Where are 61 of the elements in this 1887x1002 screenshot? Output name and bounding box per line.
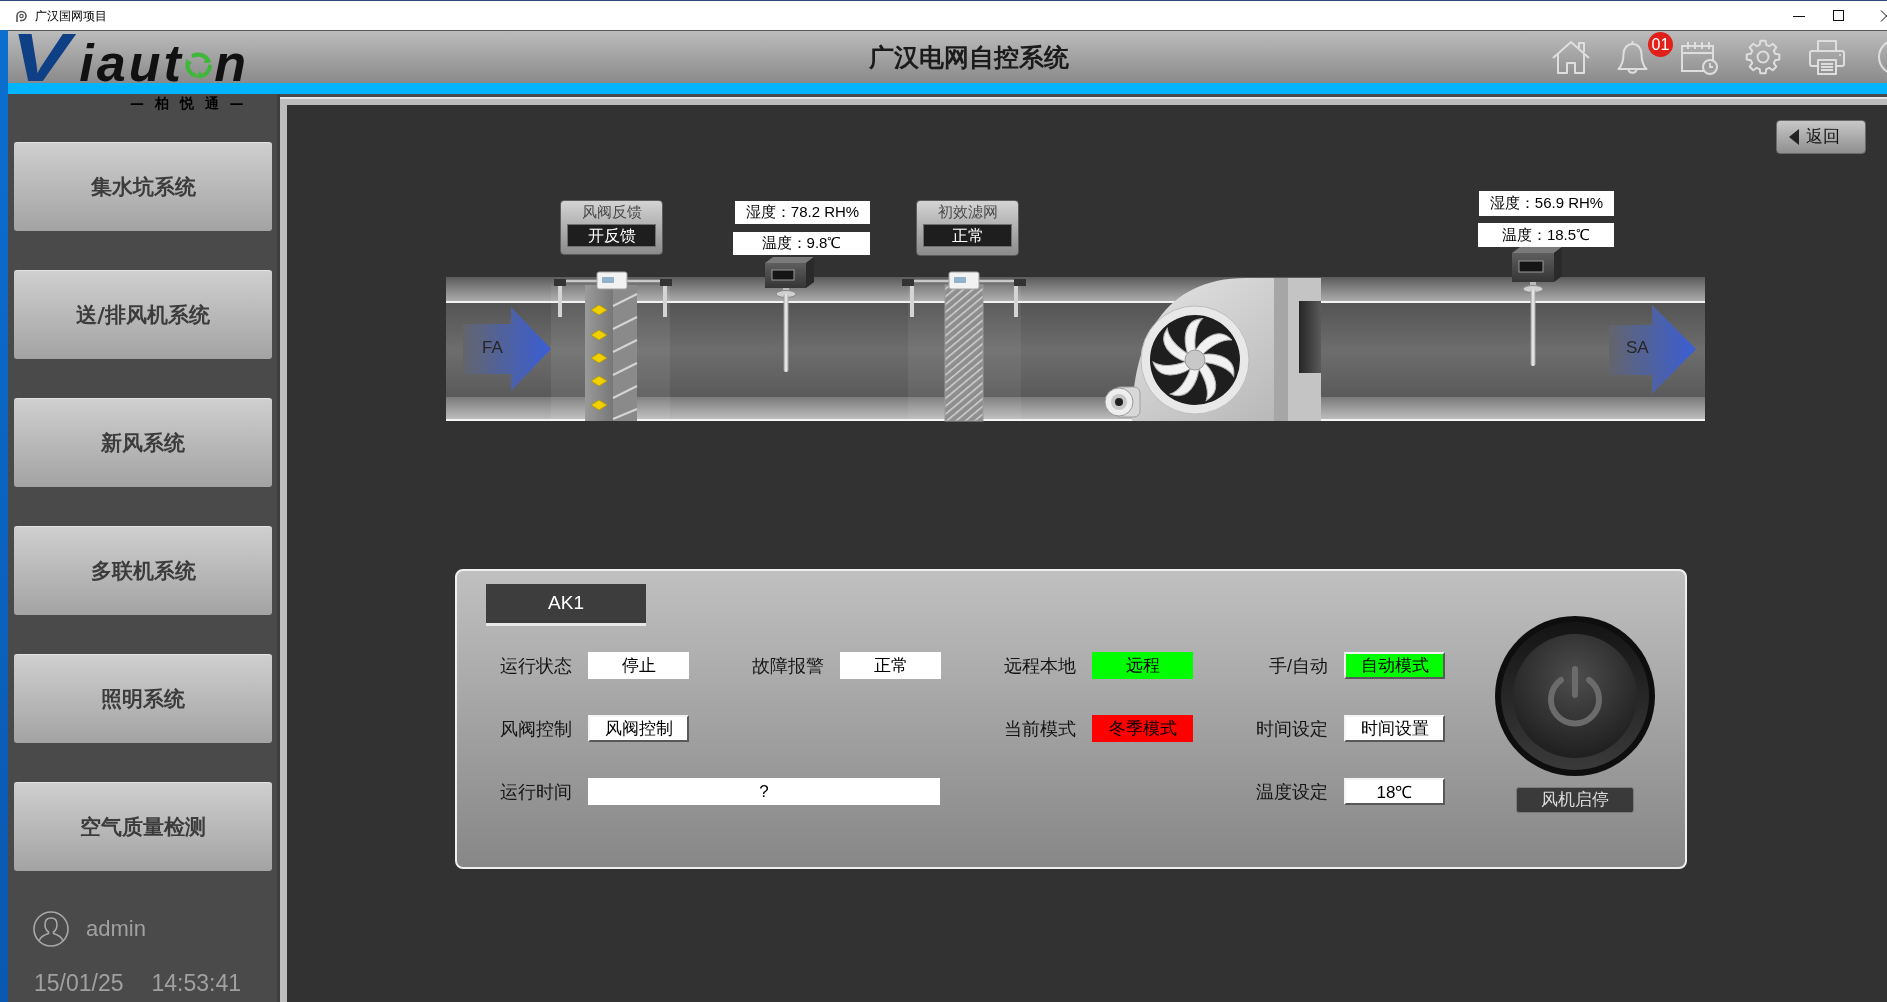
- time-text: 14:53:41: [151, 969, 242, 997]
- power-icon: [1548, 666, 1602, 727]
- field-label: 手/自动: [1268, 654, 1328, 677]
- humidity-reading: 湿度：78.2 RH%: [735, 201, 870, 224]
- value-display: 远程: [1092, 652, 1193, 679]
- sidebar-item[interactable]: 多联机系统: [14, 526, 272, 615]
- field-label: 运行时间: [499, 780, 572, 803]
- field-label: 温度设定: [1255, 780, 1328, 803]
- temperature-reading: 温度：9.8℃: [733, 232, 870, 255]
- power-button[interactable]: [1495, 616, 1655, 776]
- user-icon: [33, 911, 69, 947]
- outlet-label: SA: [1626, 338, 1649, 358]
- field-label: 当前模式: [1003, 717, 1076, 740]
- sidebar-item[interactable]: 空气质量检测: [14, 782, 272, 871]
- panel-title: AK1: [486, 584, 646, 626]
- sidebar-item[interactable]: 新风系统: [14, 398, 272, 487]
- control-button[interactable]: 自动模式: [1344, 652, 1445, 679]
- notification-badge: 01: [1648, 32, 1673, 57]
- status-value: 正常: [923, 224, 1012, 247]
- sidebar-item[interactable]: 照明系统: [14, 654, 272, 743]
- control-button[interactable]: 时间设置: [1344, 715, 1445, 742]
- sidebar-item[interactable]: 集水坑系统: [14, 142, 272, 231]
- fan-switch-label: 风机启停: [1516, 787, 1634, 813]
- temperature-reading: 温度：18.5℃: [1478, 223, 1614, 247]
- field-label: 运行状态: [499, 654, 572, 677]
- field-label: 故障报警: [751, 654, 824, 677]
- field-label: 时间设定: [1255, 717, 1328, 740]
- sidebar-item[interactable]: 送/排风机系统: [14, 270, 272, 359]
- printer-icon[interactable]: [1807, 39, 1847, 75]
- field-label: 远程本地: [1003, 654, 1076, 677]
- field-label: 风阀控制: [499, 717, 572, 740]
- setpoint-input[interactable]: 18℃: [1344, 778, 1445, 805]
- logo-ring-icon: [184, 49, 213, 81]
- value-display: 正常: [840, 652, 941, 679]
- card-title: 风阀反馈: [581, 203, 642, 221]
- app-title: 广汉电网自控系统: [869, 42, 1069, 72]
- calendar-clock-icon[interactable]: [1679, 39, 1719, 75]
- user-name: admin: [86, 915, 146, 943]
- control-button[interactable]: 风阀控制: [588, 715, 689, 742]
- value-display: 停止: [588, 652, 689, 679]
- home-icon[interactable]: [1551, 39, 1591, 75]
- inlet-label: FA: [482, 338, 503, 358]
- settings-icon[interactable]: [1743, 39, 1783, 75]
- bell-icon[interactable]: [1617, 39, 1648, 75]
- date-text: 15/01/25: [34, 969, 124, 997]
- back-button[interactable]: 返回: [1776, 120, 1866, 154]
- status-value: 开反馈: [567, 224, 656, 247]
- fan-motor: [1104, 386, 1141, 418]
- caret-left-icon: [1789, 129, 1799, 145]
- app-icon: [13, 8, 27, 23]
- logo-text: iaut: [79, 43, 184, 83]
- humidity-reading: 湿度：56.9 RH%: [1479, 191, 1614, 216]
- close-icon[interactable]: [1880, 9, 1887, 22]
- window-title: 广汉国网项目: [35, 8, 107, 23]
- logo-text: n: [214, 43, 247, 83]
- card-title: 初效滤网: [937, 203, 998, 221]
- value-display: ?: [588, 778, 940, 805]
- logo-tagline: — 柏 悦 通 —: [130, 96, 247, 110]
- logo-letter: V: [11, 31, 80, 83]
- value-display: 冬季模式: [1092, 715, 1193, 742]
- maximize-icon[interactable]: [1833, 10, 1844, 21]
